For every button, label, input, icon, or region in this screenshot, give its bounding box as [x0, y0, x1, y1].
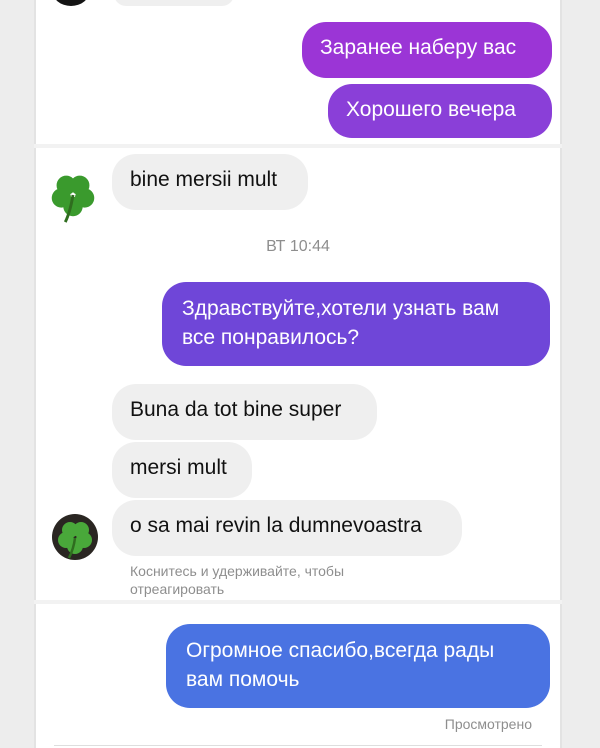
- divider: [54, 745, 542, 746]
- message-text: Хорошего вечера: [346, 98, 516, 121]
- outgoing-message[interactable]: Огромное спасибо,всегда рады вам помочь: [166, 624, 550, 708]
- message-text: mersi mult: [130, 456, 227, 479]
- shamrock-clover-icon: [58, 522, 92, 559]
- frame-edge-right: [560, 0, 562, 748]
- shamrock-clover-icon[interactable]: [44, 166, 102, 224]
- message-timestamp: ВТ 10:44: [266, 238, 330, 255]
- partial-avatar: [52, 0, 90, 6]
- contact-avatar[interactable]: [52, 514, 98, 560]
- outgoing-message[interactable]: Заранее наберу вас: [302, 22, 552, 78]
- incoming-message[interactable]: o sa mai revin la dumnevoastra: [112, 500, 462, 556]
- message-text: Заранее наберу вас: [320, 36, 517, 59]
- seen-status: Просмотрено: [444, 716, 532, 732]
- chat-thread: Заранее наберу вас Хорошего вечера bine …: [34, 0, 562, 748]
- incoming-message[interactable]: mersi mult: [112, 442, 252, 498]
- screenshot-seam: [34, 600, 562, 604]
- message-text: Здравствуйте,хотели узнать вам все понра…: [182, 297, 500, 349]
- message-text: Огромное спасибо,всегда рады вам помочь: [186, 639, 495, 691]
- reaction-hint: Коснитесь и удерживайте, чтобы отреагиро…: [130, 563, 345, 597]
- message-text: Buna da tot bine super: [130, 398, 342, 421]
- message-text: bine mersii mult: [130, 168, 278, 191]
- screenshot-seam: [34, 144, 562, 148]
- outgoing-message[interactable]: Здравствуйте,хотели узнать вам все понра…: [162, 282, 550, 366]
- message-text: o sa mai revin la dumnevoastra: [130, 514, 422, 537]
- outgoing-message[interactable]: Хорошего вечера: [328, 84, 552, 138]
- incoming-message[interactable]: Buna da tot bine super: [112, 384, 377, 440]
- partial-message-bubble: [114, 0, 234, 6]
- frame-edge-left: [34, 0, 36, 748]
- incoming-message[interactable]: bine mersii mult: [112, 154, 308, 210]
